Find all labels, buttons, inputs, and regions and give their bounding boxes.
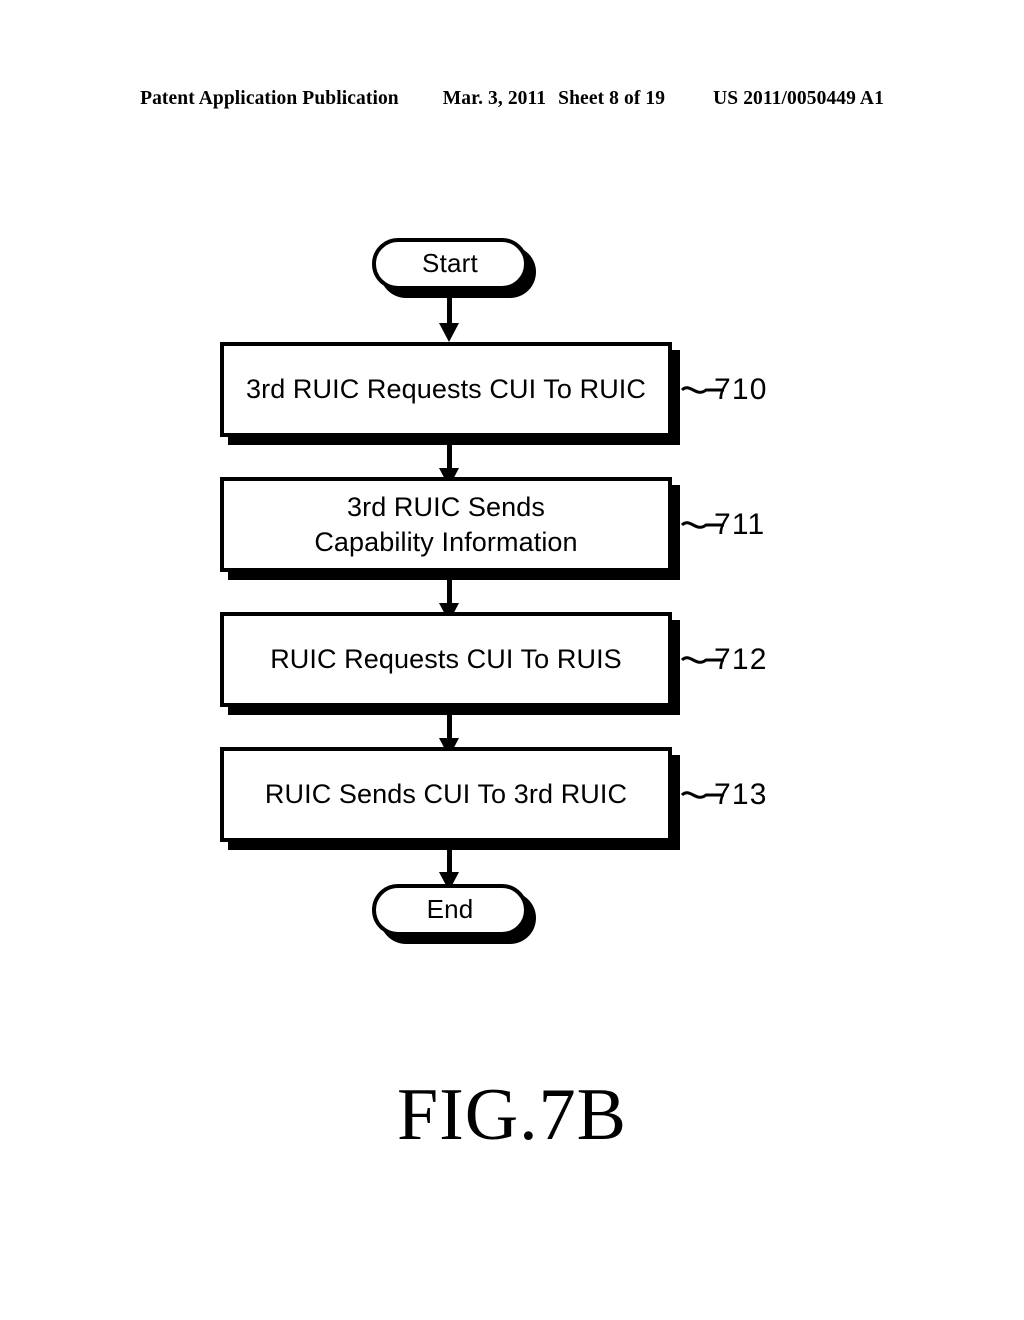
step-711-label: 3rd RUIC Sends Capability Information bbox=[314, 491, 578, 557]
reference-numeral-710: 710 bbox=[714, 373, 768, 406]
step-710-label: 3rd RUIC Requests CUI To RUIC bbox=[245, 374, 647, 405]
end-terminator-label: End bbox=[426, 894, 474, 924]
figure-caption: FIG.7B bbox=[396, 1074, 628, 1156]
step-712-label: RUIC Requests CUI To RUIS bbox=[270, 644, 622, 675]
start-terminator: Start bbox=[372, 238, 528, 290]
step-713-label: RUIC Sends CUI To 3rd RUIC bbox=[264, 779, 628, 810]
step-712-box: RUIC Requests CUI To RUIS bbox=[220, 612, 672, 707]
reference-numeral-711: 711 bbox=[714, 508, 766, 541]
step-710-box: 3rd RUIC Requests CUI To RUIC bbox=[220, 342, 672, 437]
step-713-box: RUIC Sends CUI To 3rd RUIC bbox=[220, 747, 672, 842]
end-terminator: End bbox=[372, 884, 528, 936]
step-711-box: 3rd RUIC Sends Capability Information bbox=[220, 477, 672, 572]
start-terminator-label: Start bbox=[422, 248, 478, 278]
reference-numeral-713: 713 bbox=[714, 778, 768, 811]
reference-numeral-712: 712 bbox=[714, 643, 768, 676]
